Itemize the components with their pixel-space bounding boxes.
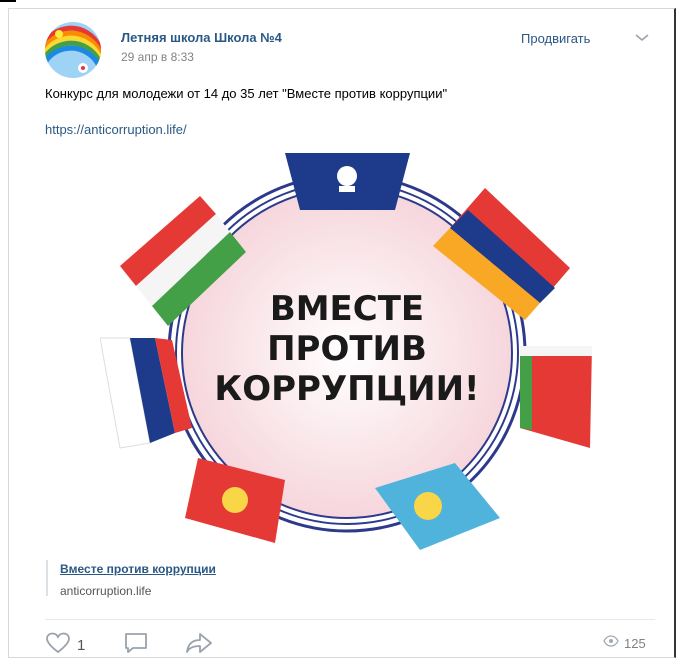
attachment-domain: anticorruption.life bbox=[60, 584, 152, 598]
views-counter: 125 bbox=[603, 634, 646, 652]
promote-button[interactable]: Продвигать bbox=[521, 31, 590, 46]
poster-line-3: КОРРУПЦИИ! bbox=[214, 369, 479, 409]
like-button[interactable]: 1 bbox=[45, 632, 85, 659]
views-count: 125 bbox=[624, 635, 646, 651]
chevron-down-icon[interactable] bbox=[632, 30, 652, 44]
post-image[interactable]: ВМЕСТЕ ПРОТИВ КОРРУПЦИИ! bbox=[99, 148, 595, 553]
post-date[interactable]: 29 апр в 8:33 bbox=[121, 50, 194, 64]
flag-belarus bbox=[520, 346, 592, 448]
share-button[interactable] bbox=[185, 632, 213, 659]
author-name[interactable]: Летняя школа Школа №4 bbox=[121, 30, 282, 45]
eye-icon bbox=[603, 634, 619, 652]
heart-icon bbox=[45, 632, 71, 659]
post-text: Конкурс для молодежи от 14 до 35 лет "Вм… bbox=[45, 86, 448, 101]
like-count: 1 bbox=[77, 637, 86, 654]
comment-icon bbox=[123, 633, 149, 659]
flag-cis bbox=[285, 153, 410, 210]
corner-line bbox=[0, 0, 16, 2]
poster-line-1: ВМЕСТЕ bbox=[270, 289, 424, 329]
share-icon bbox=[185, 633, 213, 658]
comment-button[interactable] bbox=[123, 631, 149, 660]
avatar[interactable] bbox=[45, 22, 101, 78]
attachment-title[interactable]: Вместе против коррупции bbox=[60, 562, 216, 576]
attachment-accent bbox=[46, 560, 48, 596]
post-link[interactable]: https://anticorruption.life/ bbox=[45, 122, 187, 137]
divider bbox=[45, 619, 655, 620]
flag-russia bbox=[99, 337, 192, 449]
poster-line-2: ПРОТИВ bbox=[267, 329, 427, 369]
